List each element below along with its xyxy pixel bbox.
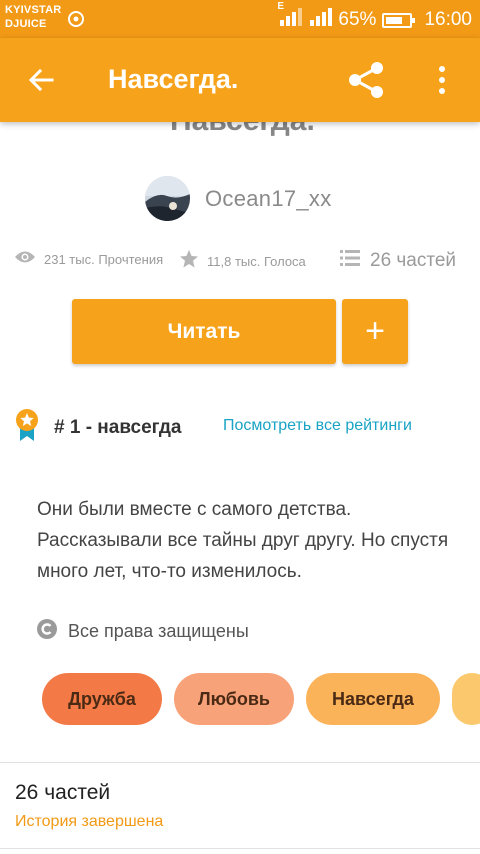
- share-icon[interactable]: [344, 60, 388, 100]
- votes-label: 11,8 тыс. Голоса: [207, 254, 306, 269]
- hotspot-icon: [66, 9, 86, 34]
- tag-item-partial[interactable]: [452, 673, 480, 725]
- completion-status: История завершена: [15, 813, 164, 830]
- eye-icon: [14, 249, 36, 270]
- more-vert-icon[interactable]: [428, 60, 456, 100]
- reads-label: 231 тыс. Прочтения: [44, 252, 164, 267]
- signal-icon-2: [308, 8, 333, 32]
- copyright-row: Все права защищены: [36, 618, 249, 645]
- add-to-library-button[interactable]: +: [342, 299, 408, 364]
- arrow-left-icon[interactable]: [22, 60, 62, 100]
- copyright-text: Все права защищены: [68, 621, 249, 641]
- parts-stat: 26 частей: [340, 249, 456, 272]
- list-icon: [340, 249, 360, 272]
- story-description: Они были вместе с самого детства. Расска…: [37, 499, 449, 582]
- parts-label: 26 частей: [370, 249, 457, 271]
- copyright-icon: [36, 618, 58, 645]
- battery-icon: [382, 12, 416, 28]
- star-icon: [179, 249, 199, 274]
- carrier-label: KYIVSTAR DJUICE: [5, 3, 61, 31]
- ribbon-star-icon: [14, 408, 40, 447]
- read-button[interactable]: Читать: [72, 299, 336, 364]
- divider: [0, 848, 480, 849]
- app-bar: Навсегда.: [0, 38, 480, 122]
- votes-stat: 11,8 тыс. Голоса: [179, 249, 306, 274]
- parts-count[interactable]: 26 частей: [15, 781, 110, 805]
- rank-row: # 1 - навсегда: [14, 408, 182, 447]
- tag-item[interactable]: Дружба: [42, 673, 162, 725]
- author-row[interactable]: Ocean17_xx: [145, 176, 332, 221]
- status-right: E 65% 16:00: [277, 1, 472, 32]
- tag-item[interactable]: Навсегда: [306, 673, 440, 725]
- status-bar: KYIVSTAR DJUICE E 65% 16:00: [0, 0, 480, 38]
- clock: 16:00: [424, 9, 472, 30]
- signal-icon-1: E: [277, 1, 303, 32]
- author-name[interactable]: Ocean17_xx: [205, 186, 332, 212]
- battery-percent: 65%: [338, 9, 377, 30]
- story-stats: 231 тыс. Прочтения 11,8 тыс. Голоса 26 ч…: [14, 249, 470, 277]
- tag-item[interactable]: Любовь: [174, 673, 294, 725]
- carrier-line-1: KYIVSTAR: [5, 4, 62, 16]
- avatar[interactable]: [145, 176, 190, 221]
- reads-stat: 231 тыс. Прочтения: [14, 249, 163, 270]
- rank-text: # 1 - навсегда: [54, 416, 182, 438]
- divider: [0, 762, 480, 763]
- view-all-rankings-link[interactable]: Посмотреть все рейтинги: [223, 417, 412, 435]
- app-title: Навсегда.: [108, 64, 239, 94]
- carrier-line-2: DJUICE: [5, 18, 47, 30]
